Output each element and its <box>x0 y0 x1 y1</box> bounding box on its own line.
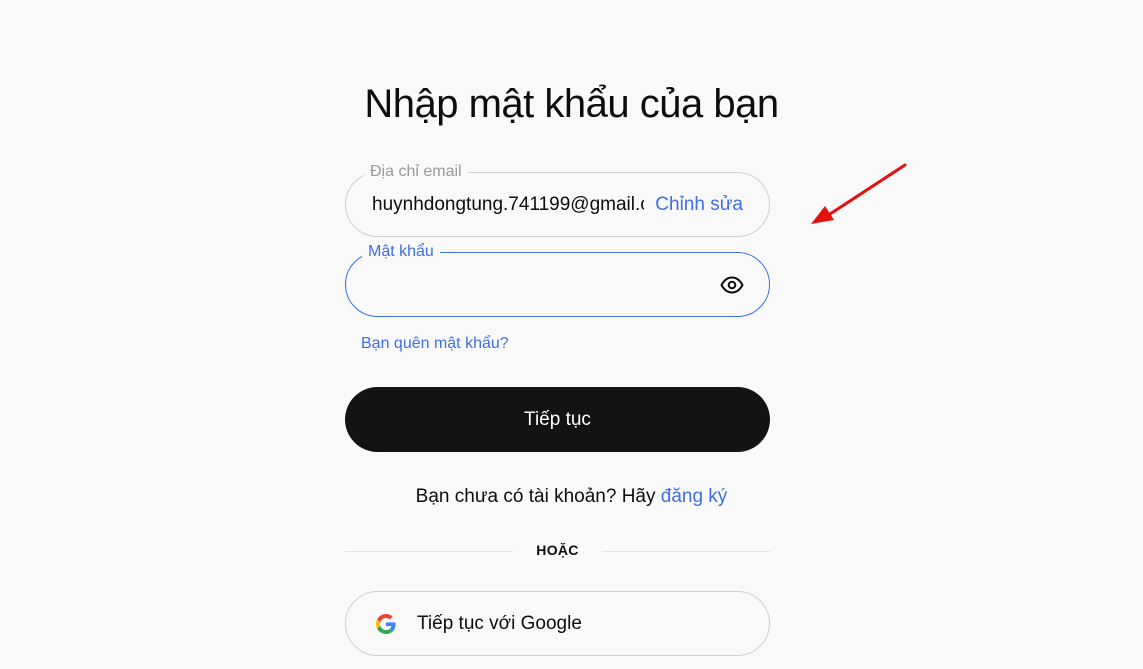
email-value: huynhdongtung.741199@gmail.com <box>372 194 644 215</box>
continue-button[interactable]: Tiếp tục <box>345 387 770 452</box>
email-field-label: Địa chỉ email <box>364 162 468 182</box>
signup-prompt-text: Bạn chưa có tài khoản? Hãy <box>415 486 661 507</box>
divider-line-right <box>602 551 770 552</box>
red-arrow-icon <box>811 163 907 224</box>
divider-text: HOẶC <box>536 542 579 558</box>
google-icon <box>376 614 396 634</box>
login-password-page: Nhập mật khẩu của bạn Địa chỉ email huyn… <box>0 0 1143 669</box>
google-button-label: Tiếp tục với Google <box>417 613 582 634</box>
page-title: Nhập mật khẩu của bạn <box>364 82 779 126</box>
or-divider: HOẶC <box>345 541 770 561</box>
forgot-password-link[interactable]: Bạn quên mật khẩu? <box>361 335 509 353</box>
email-field[interactable]: Địa chỉ email huynhdongtung.741199@gmail… <box>345 162 770 237</box>
password-field-label: Mật khẩu <box>362 242 440 262</box>
edit-email-link[interactable]: Chỉnh sửa <box>655 193 743 217</box>
signup-link[interactable]: đăng ký <box>661 486 728 507</box>
signup-prompt: Bạn chưa có tài khoản? Hãy đăng ký <box>0 486 1143 508</box>
password-field[interactable]: Mật khẩu <box>345 242 770 317</box>
google-signin-button[interactable]: Tiếp tục với Google <box>345 591 770 656</box>
password-input[interactable] <box>370 271 714 301</box>
eye-icon[interactable] <box>719 273 745 297</box>
